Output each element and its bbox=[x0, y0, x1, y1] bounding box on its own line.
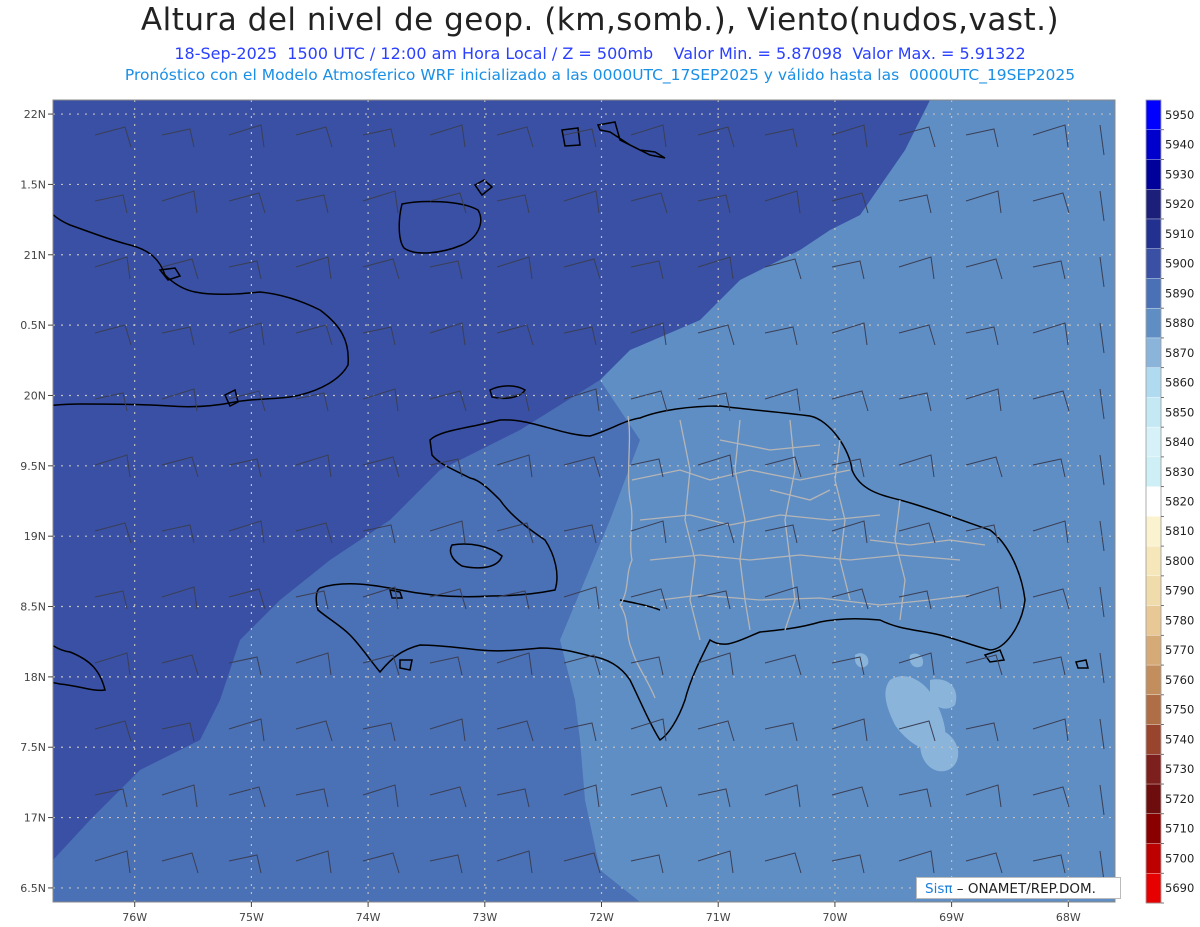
colorbar-label: 5690 bbox=[1165, 881, 1194, 895]
colorbar-swatch bbox=[1145, 724, 1162, 755]
colorbar-swatch bbox=[1145, 516, 1162, 547]
lat-tick-label: 21N bbox=[24, 249, 46, 262]
colorbar-label: 5890 bbox=[1165, 286, 1194, 300]
colorbar-label: 5860 bbox=[1165, 376, 1194, 390]
latitude-axis: 22N 1.5N 21N 0.5N 20N 9.5N 19N 8.5N 18N 7.5N 17N 6.… bbox=[20, 108, 53, 895]
lat-tick-label: 17N bbox=[24, 812, 46, 825]
colorbar-label: 5900 bbox=[1165, 257, 1194, 271]
lat-tick-label: 22N bbox=[24, 108, 46, 121]
colorbar-label: 5910 bbox=[1165, 227, 1194, 241]
colorbar-label: 5760 bbox=[1165, 673, 1194, 687]
colorbar-swatch bbox=[1145, 635, 1162, 666]
lat-tick-label: 18N bbox=[24, 671, 46, 684]
colorbar-label: 5930 bbox=[1165, 167, 1194, 181]
colorbar-swatch bbox=[1145, 486, 1162, 518]
colorbar-swatch bbox=[1145, 843, 1162, 874]
colorbar-label: 5720 bbox=[1165, 792, 1194, 806]
colorbar-label: 5880 bbox=[1165, 316, 1194, 330]
colorbar-label: 5730 bbox=[1165, 762, 1194, 776]
colorbar-swatch bbox=[1145, 426, 1162, 458]
colorbar-label: 5740 bbox=[1165, 732, 1194, 746]
colorbar-swatch bbox=[1145, 248, 1162, 280]
lon-tick-label: 72W bbox=[589, 911, 614, 924]
lon-tick-label: 70W bbox=[822, 911, 847, 924]
lon-tick-label: 76W bbox=[122, 911, 147, 924]
colorbar-swatch bbox=[1145, 605, 1162, 637]
colorbar-swatch bbox=[1145, 218, 1162, 250]
colorbar-swatch bbox=[1145, 278, 1162, 309]
colorbar-swatch bbox=[1145, 159, 1162, 190]
lon-tick-label: 73W bbox=[472, 911, 497, 924]
longitude-axis: 76W 75W 74W 73W 72W 71W 70W 69W 68W bbox=[122, 902, 1081, 924]
lat-tick-label: 0.5N bbox=[20, 319, 46, 332]
colorbar-label: 5700 bbox=[1165, 851, 1194, 865]
colorbar-label: 5710 bbox=[1165, 822, 1194, 836]
colorbar-swatch bbox=[1145, 189, 1162, 220]
credit-badge: Sisπ – ONAMET/REP.DOM. bbox=[916, 877, 1121, 899]
colorbar-label: 5940 bbox=[1165, 138, 1194, 152]
colorbar-label: 5770 bbox=[1165, 643, 1194, 657]
colorbar-label: 5830 bbox=[1165, 465, 1194, 479]
colorbar-swatch bbox=[1145, 575, 1162, 607]
colorbar-swatch bbox=[1145, 307, 1162, 339]
colorbar-swatch bbox=[1145, 99, 1162, 131]
colorbar-swatch bbox=[1145, 694, 1162, 726]
colorbar-swatch bbox=[1145, 873, 1162, 904]
colorbar-swatch bbox=[1145, 754, 1162, 785]
colorbar-label: 5850 bbox=[1165, 405, 1194, 419]
lat-tick-label: 20N bbox=[24, 389, 46, 402]
colorbar-swatch bbox=[1145, 456, 1162, 488]
colorbar-swatch bbox=[1145, 129, 1162, 161]
lat-tick-label: 9.5N bbox=[20, 460, 46, 473]
colorbar-swatch bbox=[1145, 545, 1162, 577]
weather-map: 22N 1.5N 21N 0.5N 20N 9.5N 19N 8.5N 18N 7.5N 17N 6.… bbox=[20, 99, 1194, 924]
colorbar-label: 5920 bbox=[1165, 197, 1194, 211]
lat-tick-label: 8.5N bbox=[20, 601, 46, 614]
colorbar-swatch bbox=[1145, 664, 1162, 696]
sispi-logo-text: Sisπ bbox=[925, 881, 953, 897]
colorbar-label: 5800 bbox=[1165, 554, 1194, 568]
credit-text: – ONAMET/REP.DOM. bbox=[956, 881, 1096, 897]
colorbar-label: 5870 bbox=[1165, 346, 1194, 360]
colorbar-label: 5840 bbox=[1165, 435, 1194, 449]
lat-tick-label: 1.5N bbox=[20, 178, 46, 191]
lon-tick-label: 74W bbox=[356, 911, 381, 924]
lat-tick-label: 7.5N bbox=[20, 741, 46, 754]
colorbar-label: 5750 bbox=[1165, 703, 1194, 717]
colorbar-label: 5790 bbox=[1165, 584, 1194, 598]
lon-tick-label: 69W bbox=[939, 911, 964, 924]
lon-tick-label: 68W bbox=[1056, 911, 1081, 924]
colorbar-label: 5780 bbox=[1165, 613, 1194, 627]
colorbar-label: 5810 bbox=[1165, 524, 1194, 538]
lon-tick-label: 75W bbox=[239, 911, 264, 924]
colorbar: 5950 5940 5930 5920 5910 5900 5890 5880 5870 5860… bbox=[1145, 99, 1194, 904]
lon-tick-label: 71W bbox=[706, 911, 731, 924]
lat-tick-label: 19N bbox=[24, 530, 46, 543]
colorbar-swatch bbox=[1145, 813, 1162, 845]
colorbar-label: 5820 bbox=[1165, 495, 1194, 509]
colorbar-swatch bbox=[1145, 337, 1162, 369]
colorbar-swatch bbox=[1145, 783, 1162, 815]
colorbar-label: 5950 bbox=[1165, 108, 1194, 122]
colorbar-swatch bbox=[1145, 367, 1162, 399]
lat-tick-label: 6.5N bbox=[20, 882, 46, 895]
colorbar-swatch bbox=[1145, 397, 1162, 428]
